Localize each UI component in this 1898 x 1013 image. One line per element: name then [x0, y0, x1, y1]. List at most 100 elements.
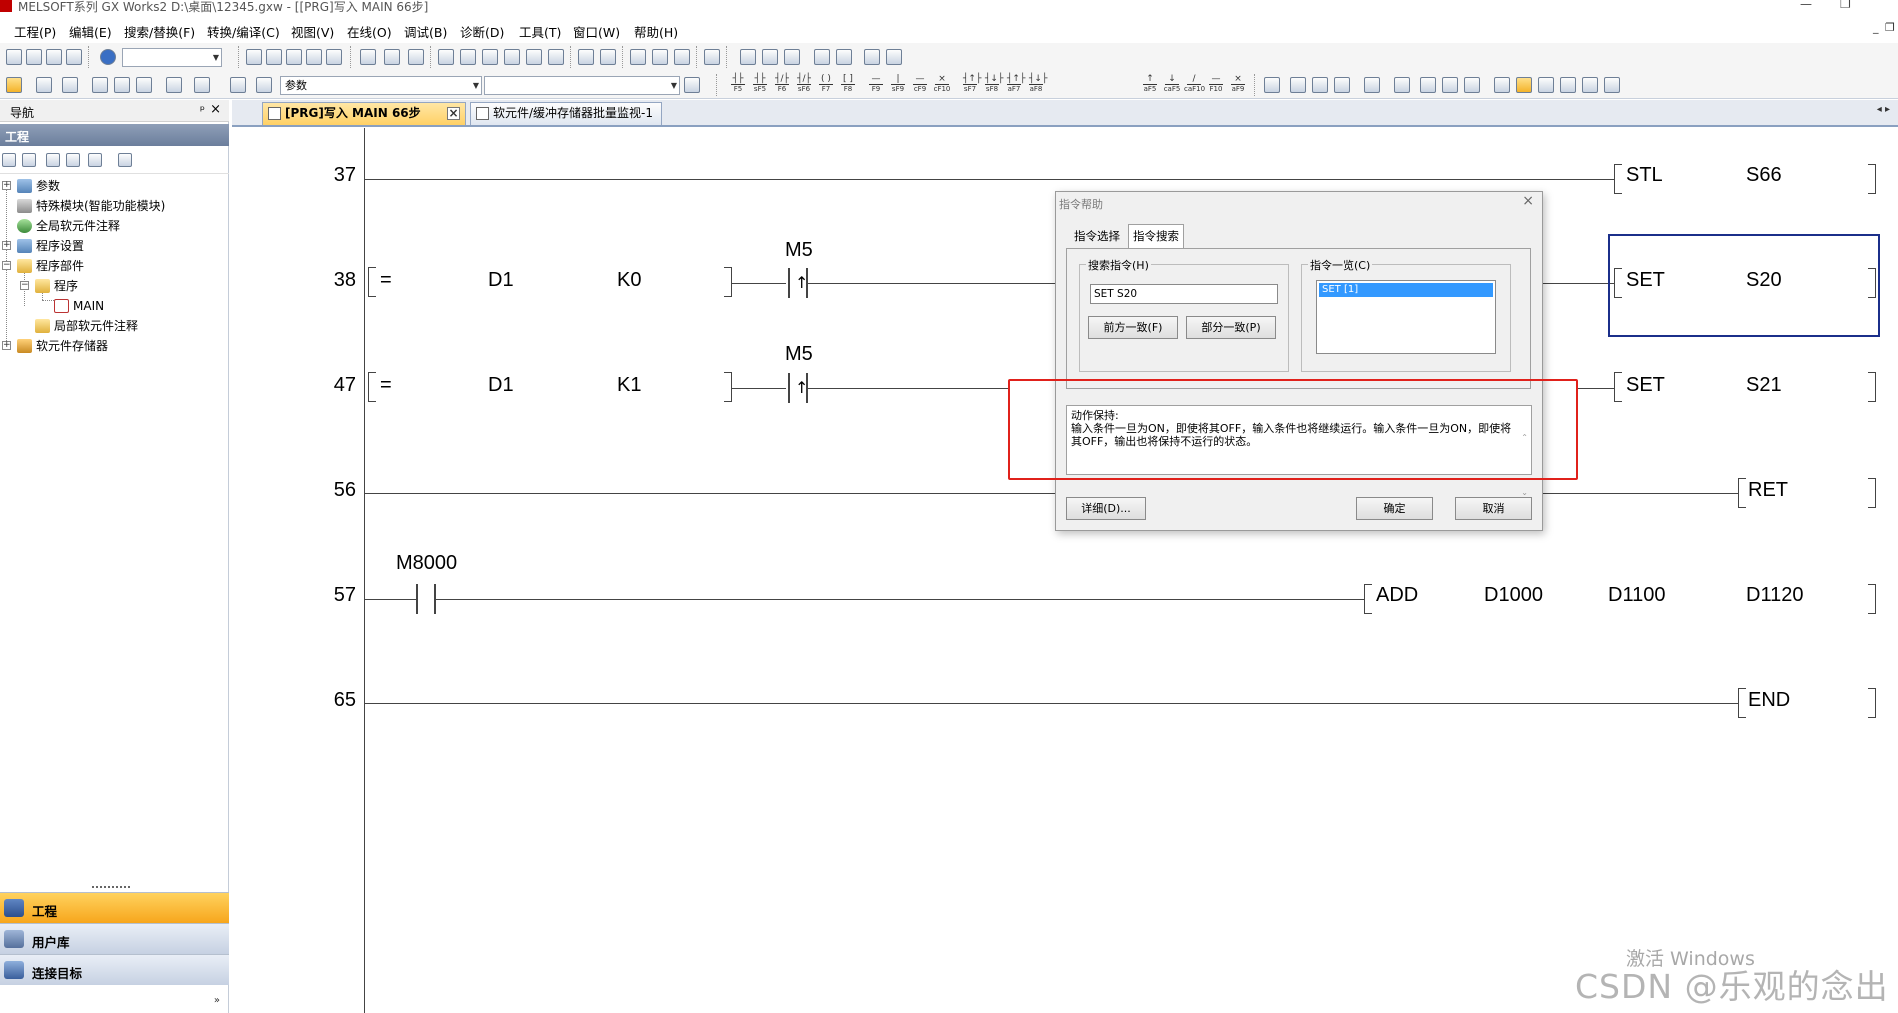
instruction-operand[interactable]: D1000	[1484, 584, 1543, 607]
ladder-edit-2-icon[interactable]	[762, 49, 778, 65]
monitor-stop-icon[interactable]	[600, 49, 616, 65]
ladder-tool-9-icon[interactable]	[1464, 77, 1480, 93]
ladder-tool-8-icon[interactable]	[1442, 77, 1458, 93]
tree-item-program[interactable]: − 程序	[18, 276, 78, 296]
ladder-tool-14-icon[interactable]	[1582, 77, 1598, 93]
ladder-tool-11-icon[interactable]	[1516, 77, 1532, 93]
project-view-icon[interactable]	[6, 77, 22, 93]
ladder-tool-4-icon[interactable]	[1334, 77, 1350, 93]
ladder-tool-3-icon[interactable]	[1312, 77, 1328, 93]
minimize-icon[interactable]: —	[1800, 0, 1812, 11]
instruction-name[interactable]: END	[1748, 689, 1790, 712]
find-next-icon[interactable]	[194, 77, 210, 93]
forward-match-button[interactable]: 前方一致(F)	[1088, 316, 1178, 339]
ladder-tool-2-icon[interactable]	[1290, 77, 1306, 93]
fkey-sf5[interactable]: ┤├ sF5	[750, 74, 770, 96]
fkey-cf9[interactable]: — cF9	[910, 74, 930, 96]
toolbar-combo-empty[interactable]: ▼	[122, 48, 222, 67]
property-icon[interactable]	[66, 153, 80, 167]
fkey-cf10[interactable]: × cF10	[932, 74, 952, 96]
pin-icon[interactable]: ᵖ	[200, 103, 205, 117]
rising-pulse-contact[interactable]: ↑	[788, 268, 808, 298]
search-combo-2[interactable]: ▼	[484, 76, 680, 95]
redo-icon[interactable]	[326, 49, 342, 65]
fkey-caf10[interactable]: / caF10	[1184, 74, 1205, 96]
tree-item-parameter[interactable]: + 参数	[0, 176, 60, 196]
instruction-operand[interactable]: D1100	[1608, 584, 1665, 607]
save-icon[interactable]	[46, 49, 62, 65]
menu-view[interactable]: 视图(V)	[291, 22, 334, 41]
menu-debug[interactable]: 调试(B)	[404, 22, 447, 41]
compare-operator[interactable]: =	[380, 269, 392, 292]
ladder-edit-4-icon[interactable]	[814, 49, 830, 65]
ladder-tool-1-icon[interactable]	[1264, 77, 1280, 93]
normally-open-contact[interactable]	[416, 584, 436, 614]
instruction-name[interactable]: ADD	[1376, 584, 1418, 607]
watch-icon[interactable]	[704, 49, 720, 65]
undo-icon[interactable]	[306, 49, 322, 65]
device-test-icon[interactable]	[674, 49, 690, 65]
compare-operand-1[interactable]: D1	[488, 269, 514, 292]
ladder-tool-10-icon[interactable]	[1494, 77, 1510, 93]
tab-ladder-main[interactable]: [PRG]写入 MAIN 66步 ×	[262, 102, 466, 125]
tree-item-global-comment[interactable]: 全局软元件注释	[0, 216, 120, 236]
compare-operator[interactable]: =	[380, 374, 392, 397]
paste-icon[interactable]	[286, 49, 302, 65]
delete-data-icon[interactable]	[22, 153, 36, 167]
menu-project[interactable]: 工程(P)	[14, 22, 56, 41]
device-view-1-icon[interactable]	[92, 77, 108, 93]
fkey-sf8[interactable]: ┤↓├ sF8	[982, 74, 1003, 96]
fkey-sf9[interactable]: | sF9	[888, 74, 908, 96]
ladder-edit-1-icon[interactable]	[740, 49, 756, 65]
compare-operand-2[interactable]: K0	[617, 269, 641, 292]
instruction-listbox[interactable]: SET [1]	[1316, 280, 1496, 354]
ladder-tool-12-icon[interactable]	[1538, 77, 1554, 93]
compile-icon[interactable]	[408, 49, 424, 65]
plc-diagnose-icon[interactable]	[548, 49, 564, 65]
new-data-icon[interactable]	[2, 153, 16, 167]
ok-button[interactable]: 确定	[1356, 497, 1433, 520]
find-icon[interactable]	[166, 77, 182, 93]
list-item-selected[interactable]: SET [1]	[1319, 283, 1493, 297]
tree-item-special-module[interactable]: 特殊模块(智能功能模块)	[0, 196, 165, 216]
tab-instruction-search[interactable]: 指令搜索	[1128, 224, 1184, 248]
fkey-f8[interactable]: [ ] F8	[838, 74, 858, 96]
cancel-button[interactable]: 取消	[1455, 497, 1532, 520]
compare-operand-2[interactable]: K1	[617, 374, 641, 397]
window-view-icon[interactable]	[62, 77, 78, 93]
instruction-name[interactable]: RET	[1748, 479, 1788, 502]
ladder-tool-13-icon[interactable]	[1560, 77, 1576, 93]
nav-tab-user-library[interactable]: 用户库	[0, 923, 229, 954]
partial-match-button[interactable]: 部分一致(P)	[1186, 316, 1276, 339]
zoom-icon[interactable]	[1604, 77, 1620, 93]
open-folder-icon[interactable]	[26, 49, 42, 65]
tab-close-icon[interactable]: ×	[447, 107, 460, 120]
fkey-f5[interactable]: ┤├ F5	[728, 74, 748, 96]
refresh-icon[interactable]	[88, 153, 102, 167]
monitor-start-icon[interactable]	[578, 49, 594, 65]
ladder-tool-6-icon[interactable]	[1394, 77, 1410, 93]
new-file-icon[interactable]	[6, 49, 22, 65]
clear-plc-icon[interactable]	[526, 49, 542, 65]
menu-help[interactable]: 帮助(H)	[634, 22, 678, 41]
menu-edit[interactable]: 编辑(E)	[69, 22, 112, 41]
fkey-f10[interactable]: — F10	[1206, 74, 1226, 96]
fkey-af8[interactable]: ┤↓├ aF8	[1026, 74, 1047, 96]
menu-window[interactable]: 窗口(W)	[573, 22, 620, 41]
tab-device-monitor[interactable]: 软元件/缓冲存储器批量监视-1	[470, 102, 662, 125]
simulation-stop-icon[interactable]	[652, 49, 668, 65]
mdi-minimize-icon[interactable]: _	[1873, 21, 1879, 34]
restore-icon[interactable]: ❐	[1840, 0, 1851, 11]
display-setting-icon[interactable]	[118, 153, 132, 167]
fkey-f6[interactable]: ┤/├ F6	[772, 74, 792, 96]
convert-icon[interactable]	[360, 49, 376, 65]
tree-item-main[interactable]: MAIN	[54, 296, 104, 316]
device-view-2-icon[interactable]	[114, 77, 130, 93]
tree-item-local-comment[interactable]: 局部软元件注释	[18, 316, 138, 336]
cross-reference-icon[interactable]	[230, 77, 246, 93]
nav-tab-project[interactable]: 工程	[0, 892, 229, 923]
instruction-operand[interactable]: S66	[1746, 164, 1782, 187]
instruction-operand[interactable]: S21	[1746, 374, 1782, 397]
instruction-operand[interactable]: D1120	[1746, 584, 1803, 607]
close-icon[interactable]: ×	[210, 102, 221, 117]
